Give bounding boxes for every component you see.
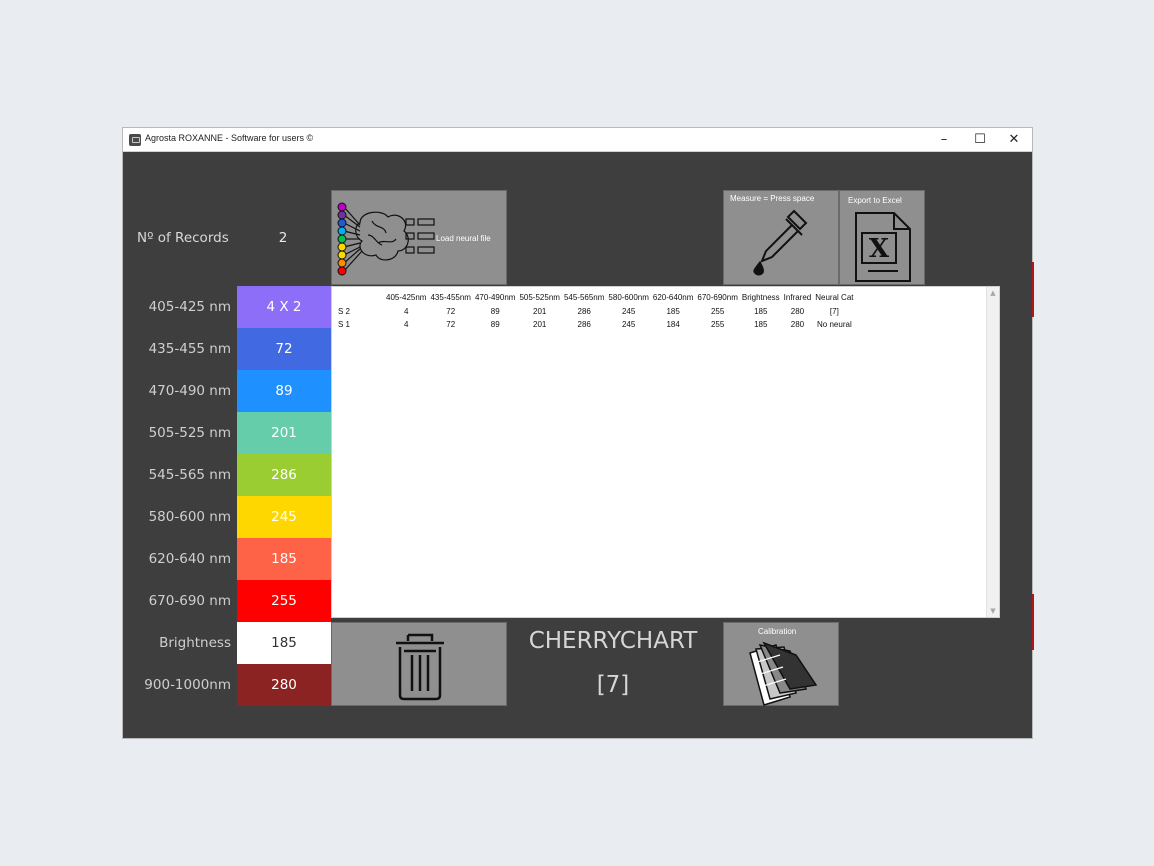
measure-button[interactable]: Measure = Press space [723, 190, 839, 285]
scroll-down-icon[interactable]: ▼ [988, 606, 998, 616]
table-cell: S 1 [338, 320, 351, 329]
table-cell: 4 [404, 307, 409, 316]
band-label: 580-600 nm [148, 509, 231, 525]
table-cell: 89 [490, 320, 500, 329]
window-edge-marker [1032, 262, 1034, 317]
neural-category: [7] [596, 672, 630, 698]
table-cell: 255 [710, 307, 725, 316]
band-label: 900-1000nm [144, 677, 231, 693]
table-cell: No neural [817, 320, 852, 329]
band-value: 185 [237, 538, 331, 580]
table-cell: 201 [533, 320, 547, 329]
column-header[interactable]: 620-640nm [651, 289, 695, 305]
table-header-row: 405-425nm 435-455nm 470-490nm 505-525nm 545-… [336, 289, 856, 305]
window-title: Agrosta ROXANNE - Software for users © [145, 133, 314, 143]
table-cell: 201 [533, 307, 547, 316]
table-cell: [7] [829, 307, 839, 316]
band-label: 670-690 nm [148, 593, 231, 609]
records-label: Nº of Records [137, 230, 229, 246]
calibration-button[interactable]: Calibration [723, 622, 839, 706]
column-header[interactable] [336, 289, 384, 305]
column-header[interactable]: 545-565nm [562, 289, 606, 305]
band-label: 620-640 nm [148, 551, 231, 567]
table-cell: 72 [446, 307, 456, 316]
table-cell: 72 [446, 320, 456, 329]
table-scrollbar[interactable]: ▲ ▼ [986, 287, 999, 617]
band-value: 201 [237, 412, 331, 454]
band-label: 505-525 nm [148, 425, 231, 441]
close-button[interactable]: ✕ [999, 130, 1029, 150]
records-table: 405-425nm 435-455nm 470-490nm 505-525nm 545-… [336, 289, 856, 331]
column-header[interactable]: 470-490nm [473, 289, 517, 305]
table-cell: 245 [621, 307, 636, 316]
table-cell: 185 [666, 307, 680, 316]
table-cell: 255 [710, 320, 725, 329]
table-cell: 245 [621, 320, 636, 329]
band-value: 72 [237, 328, 331, 370]
window-edge-marker [1032, 594, 1034, 650]
table-cell: 89 [490, 307, 500, 316]
minimize-button[interactable]: – [929, 130, 959, 150]
excel-file-icon: X [855, 212, 911, 282]
table-row[interactable]: S 2 4 72 89 201 286 245 185 255 185 280 [7] [336, 305, 856, 318]
table-cell: 185 [754, 307, 768, 316]
load-neural-file-label: Load neural file [436, 234, 491, 243]
table-cell: 4 [404, 320, 409, 329]
band-label: 405-425 nm [148, 299, 231, 315]
table-cell: 185 [754, 320, 768, 329]
column-header[interactable]: 505-525nm [517, 289, 561, 305]
band-value: 255 [237, 580, 331, 622]
band-label: 435-455 nm [148, 341, 231, 357]
band-value: 280 [237, 664, 331, 706]
load-neural-file-button[interactable]: Load neural file [331, 190, 507, 285]
dropper-icon [753, 209, 808, 276]
column-header[interactable]: 435-455nm [428, 289, 472, 305]
svg-text:X: X [869, 234, 890, 264]
records-table-panel[interactable]: 405-425nm 435-455nm 470-490nm 505-525nm 545-… [331, 286, 1000, 618]
table-cell: S 2 [338, 307, 351, 316]
band-value: 245 [237, 496, 331, 538]
column-header[interactable]: 405-425nm [384, 289, 428, 305]
band-value: 4 X 2 [237, 286, 331, 328]
band-label: 470-490 nm [148, 383, 231, 399]
app-icon [129, 134, 141, 146]
table-cell: 280 [790, 320, 805, 329]
table-cell: 286 [577, 307, 591, 316]
export-to-excel-button[interactable]: Export to Excel X [839, 190, 925, 285]
records-count: 2 [278, 230, 288, 246]
column-header[interactable]: Brightness [740, 289, 782, 305]
band-value: 286 [237, 454, 331, 496]
column-header[interactable]: 580-600nm [606, 289, 650, 305]
chart-title: CHERRYCHART [528, 628, 698, 654]
column-header[interactable]: 670-690nm [695, 289, 739, 305]
band-label: 545-565 nm [148, 467, 231, 483]
title-bar[interactable]: Agrosta ROXANNE - Software for users © –… [123, 128, 1032, 152]
table-row[interactable]: S 1 4 72 89 201 286 245 184 255 185 280 No neural [336, 318, 856, 331]
color-swatch-icon [749, 641, 818, 706]
band-label: Brightness [159, 635, 231, 651]
app-window: Agrosta ROXANNE - Software for users © –… [122, 127, 1033, 739]
scroll-up-icon[interactable]: ▲ [988, 288, 998, 298]
band-value: 89 [237, 370, 331, 412]
column-header[interactable]: Neural Cat [813, 289, 855, 305]
delete-records-button[interactable] [331, 622, 507, 706]
band-value: 185 [237, 622, 331, 664]
trash-icon [396, 633, 444, 701]
table-cell: 286 [577, 320, 591, 329]
column-header[interactable]: Infrared [782, 289, 814, 305]
table-cell: 280 [790, 307, 805, 316]
maximize-button[interactable]: ☐ [965, 130, 995, 150]
table-cell: 184 [666, 320, 680, 329]
